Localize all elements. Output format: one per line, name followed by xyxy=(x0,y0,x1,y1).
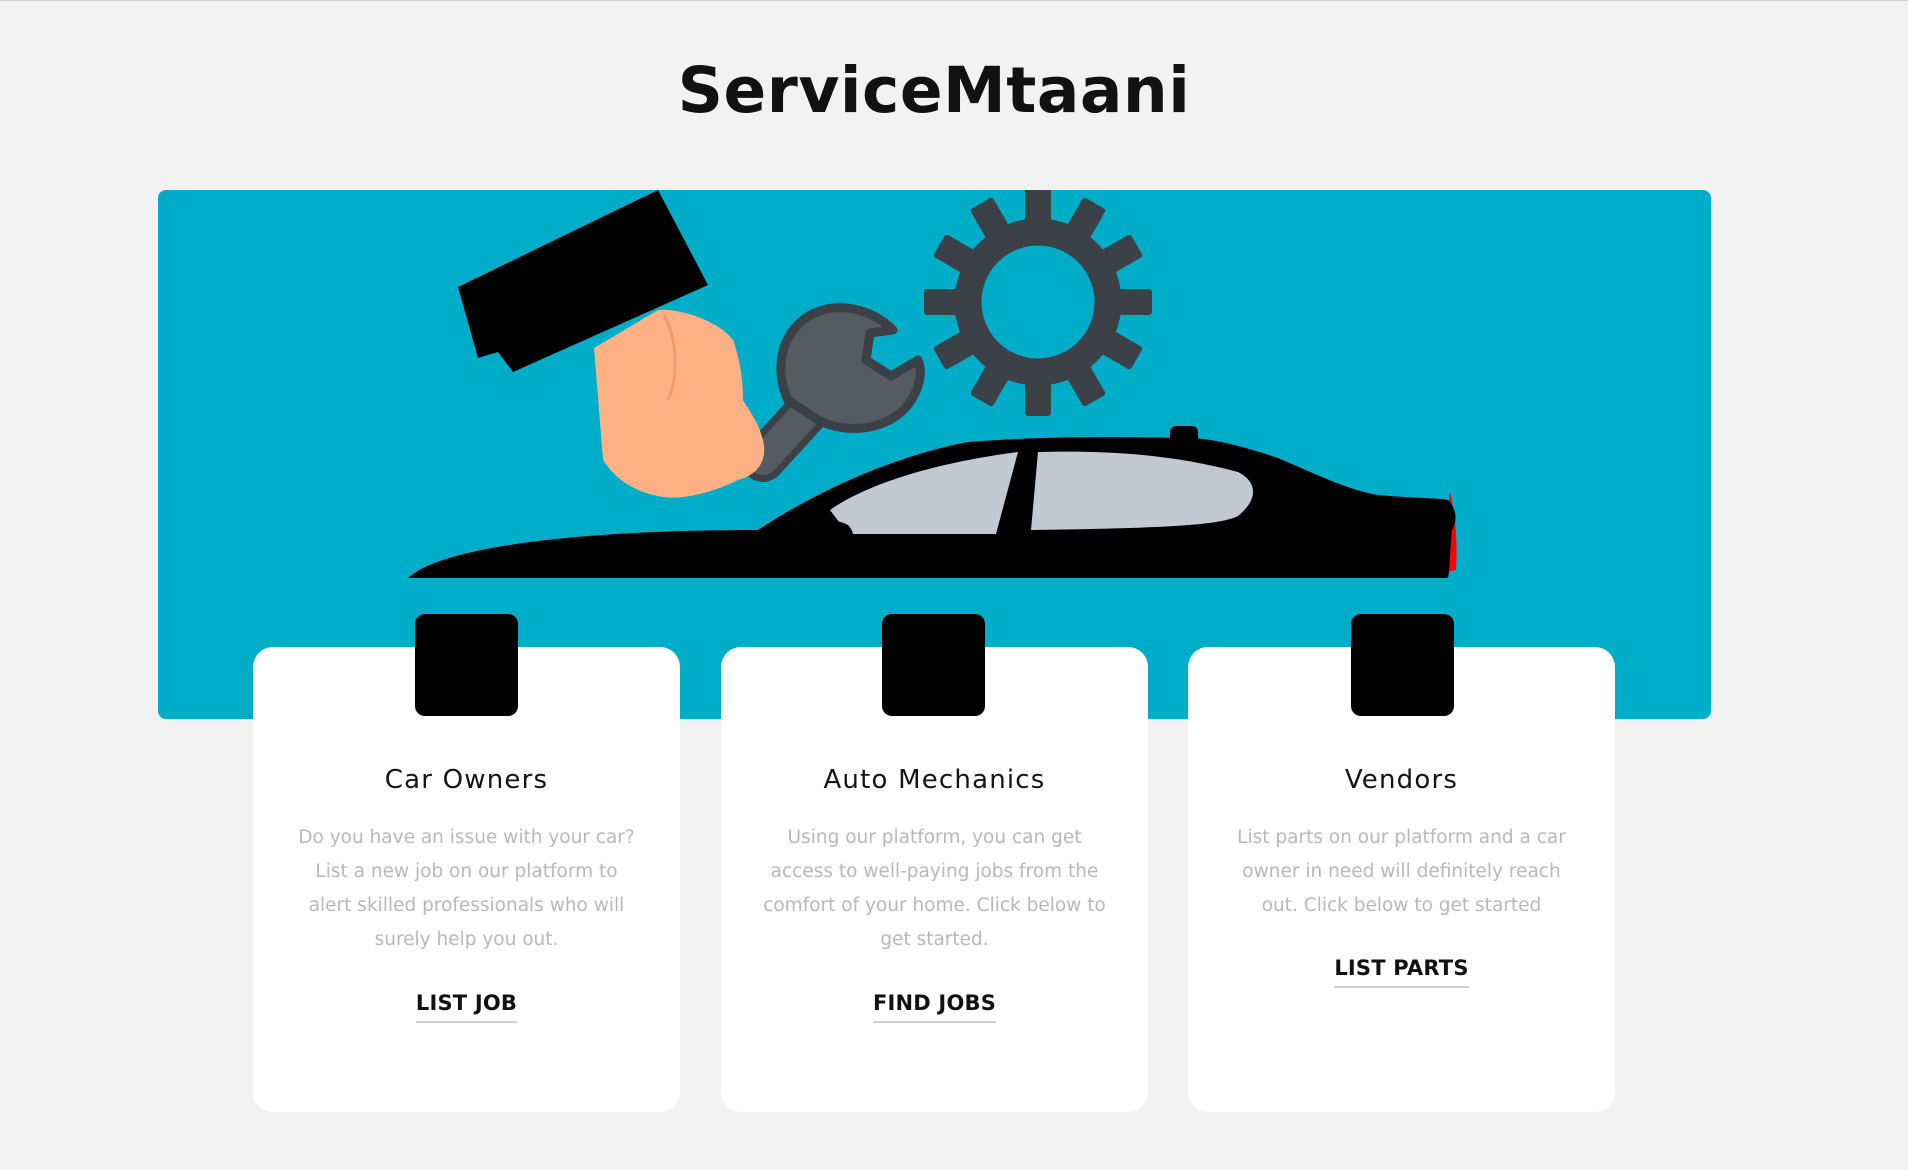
card-description: List parts on our platform and a car own… xyxy=(1237,827,1566,916)
card-vendors: Vendors List parts on our platform and a… xyxy=(1188,647,1615,1112)
card-title: Vendors xyxy=(1344,765,1459,795)
find-jobs-link[interactable]: FIND JOBS xyxy=(872,991,997,1023)
car-wheel-rear xyxy=(1351,614,1454,716)
list-parts-link[interactable]: LIST PARTS xyxy=(1334,956,1469,988)
card-link-wrap: LIST PARTS xyxy=(1188,956,1615,988)
site-title: ServiceMtaani xyxy=(677,54,1191,127)
card-auto-mechanics: Auto Mechanics Using our platform, you c… xyxy=(721,647,1148,1112)
car-wheel-front xyxy=(415,614,518,716)
card-description: Do you have an issue with your car? List… xyxy=(298,827,635,950)
top-border xyxy=(0,0,1908,1)
card-title: Auto Mechanics xyxy=(823,765,1046,795)
card-description: Using our platform, you can get access t… xyxy=(763,827,1106,950)
card-link-wrap: FIND JOBS xyxy=(721,991,1148,1023)
card-car-owners: Car Owners Do you have an issue with you… xyxy=(253,647,680,1112)
card-title: Car Owners xyxy=(384,765,549,795)
car-wheel-middle xyxy=(882,614,985,716)
list-job-link[interactable]: LIST JOB xyxy=(415,991,518,1023)
card-link-wrap: LIST JOB xyxy=(253,991,680,1023)
